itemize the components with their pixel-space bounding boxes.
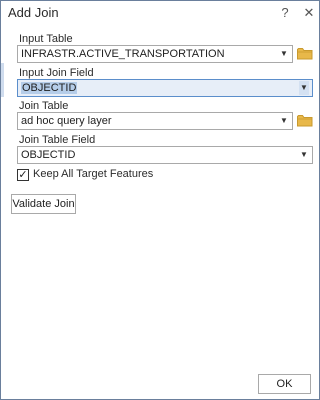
validate-join-button[interactable]: Validate Join: [11, 194, 76, 214]
join-table-field-value: OBJECTID: [21, 149, 76, 161]
input-table-value: INFRASTR.ACTIVE_TRANSPORTATION: [21, 48, 225, 60]
input-join-field-dropdown[interactable]: OBJECTID ▼: [17, 79, 313, 97]
input-join-field-value: OBJECTID: [21, 82, 78, 94]
close-icon[interactable]: ✕: [299, 3, 319, 23]
chevron-down-icon[interactable]: ▼: [279, 47, 289, 61]
help-icon[interactable]: ?: [275, 3, 295, 23]
selected-text: OBJECTID: [21, 82, 78, 94]
active-field-indicator: [1, 63, 4, 97]
ok-button[interactable]: OK: [258, 374, 311, 394]
chevron-down-icon[interactable]: ▼: [279, 114, 289, 128]
join-table-label: Join Table: [19, 100, 69, 112]
folder-icon[interactable]: [297, 47, 313, 60]
chevron-down-icon[interactable]: ▼: [299, 81, 309, 95]
join-table-value: ad hoc query layer: [21, 115, 112, 127]
input-table-label: Input Table: [19, 33, 73, 45]
input-table-dropdown[interactable]: INFRASTR.ACTIVE_TRANSPORTATION ▼: [17, 45, 293, 63]
dialog-title: Add Join: [8, 5, 59, 20]
keep-all-label[interactable]: Keep All Target Features: [33, 168, 153, 180]
title-bar: Add Join ? ✕: [1, 1, 319, 25]
keep-all-checkbox[interactable]: ✓: [17, 169, 29, 181]
join-table-dropdown[interactable]: ad hoc query layer ▼: [17, 112, 293, 130]
join-table-field-dropdown[interactable]: OBJECTID ▼: [17, 146, 313, 164]
chevron-down-icon[interactable]: ▼: [299, 148, 309, 162]
add-join-dialog: Add Join ? ✕ Input Table INFRASTR.ACTIVE…: [0, 0, 320, 400]
folder-icon[interactable]: [297, 114, 313, 127]
join-table-field-label: Join Table Field: [19, 134, 96, 146]
input-join-field-label: Input Join Field: [19, 67, 94, 79]
